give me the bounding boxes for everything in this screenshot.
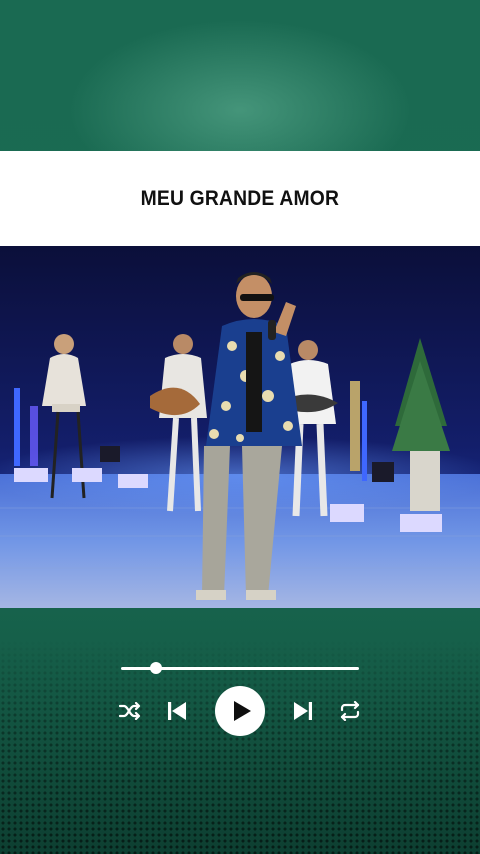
title-banner: MEU GRANDE AMOR [0,151,480,246]
previous-button[interactable] [166,700,188,722]
skip-next-icon [294,702,312,720]
play-icon [234,701,251,721]
song-title: MEU GRANDE AMOR [140,186,340,210]
shuffle-icon [119,702,141,720]
player-controls [110,686,370,736]
shuffle-button[interactable] [118,700,142,722]
repeat-icon [340,701,360,721]
video-frame[interactable] [0,246,480,608]
skip-previous-icon [168,702,186,720]
repeat-button[interactable] [338,700,362,722]
next-button[interactable] [292,700,314,722]
play-button[interactable] [215,686,265,736]
progress-knob[interactable] [149,662,162,674]
concert-scene-image [0,246,480,608]
playback-progress-bar[interactable] [121,662,359,674]
